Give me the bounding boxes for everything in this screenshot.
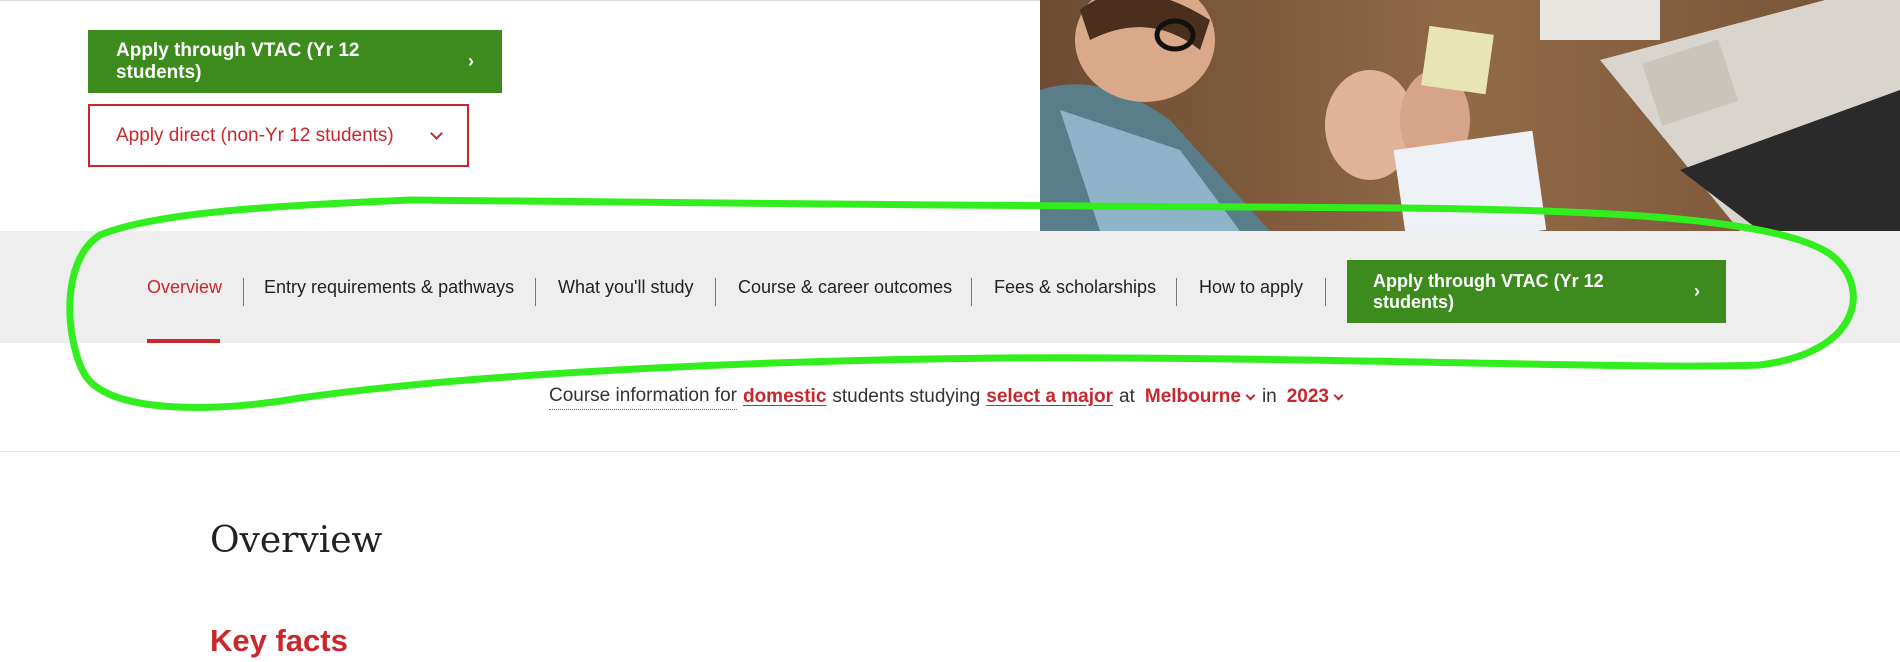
course-info-middle: students studying — [832, 386, 981, 407]
chevron-down-icon — [430, 126, 443, 140]
student-type-link[interactable]: domestic — [743, 386, 826, 408]
apply-vtac-label: Apply through VTAC (Yr 12 students) — [116, 39, 360, 83]
chevron-right-icon: › — [468, 51, 474, 71]
nav-tab-what-youll-study[interactable]: What you'll study — [558, 231, 694, 343]
apply-vtac-button[interactable]: Apply through VTAC (Yr 12 students) › — [88, 30, 502, 93]
chevron-right-icon: › — [1694, 281, 1700, 301]
year-dropdown[interactable]: 2023 — [1286, 386, 1344, 408]
select-major-link[interactable]: select a major — [986, 386, 1113, 408]
nav-tab-fees-scholarships[interactable]: Fees & scholarships — [994, 231, 1156, 343]
nav-separator — [1325, 278, 1326, 306]
top-border — [0, 0, 1040, 1]
chevron-down-icon — [1245, 390, 1256, 400]
course-info-selector: Course information for domestic students… — [549, 382, 1350, 412]
nav-apply-vtac-button[interactable]: Apply through VTAC (Yr 12 students) › — [1347, 260, 1726, 323]
nav-tab-course-career-outcomes[interactable]: Course & career outcomes — [738, 231, 952, 343]
campus-dropdown[interactable]: Melbourne — [1144, 386, 1256, 408]
nav-tab-overview[interactable]: Overview — [147, 231, 222, 343]
section-divider — [0, 451, 1900, 452]
apply-direct-button[interactable]: Apply direct (non-Yr 12 students) — [88, 104, 469, 167]
active-tab-indicator — [147, 339, 220, 343]
nav-tab-how-to-apply[interactable]: How to apply — [1199, 231, 1303, 343]
year-value: 2023 — [1286, 386, 1330, 407]
chevron-down-icon — [1333, 390, 1344, 400]
section-title: Overview — [210, 520, 383, 561]
hero-image — [1040, 0, 1900, 231]
subsection-title: Key facts — [210, 623, 348, 658]
nav-separator — [535, 278, 536, 306]
nav-separator — [1176, 278, 1177, 306]
nav-separator — [243, 278, 244, 306]
course-info-in: in — [1261, 386, 1277, 407]
course-info-at: at — [1119, 386, 1135, 407]
course-info-prefix: Course information for — [549, 385, 737, 410]
nav-separator — [971, 278, 972, 306]
apply-direct-label: Apply direct (non-Yr 12 students) — [116, 124, 394, 146]
nav-tab-entry-requirements[interactable]: Entry requirements & pathways — [264, 231, 514, 343]
campus-value: Melbourne — [1144, 386, 1241, 407]
nav-apply-vtac-label: Apply through VTAC (Yr 12 students) — [1373, 270, 1604, 312]
hero-photo-illustration — [1040, 0, 1900, 231]
nav-separator — [715, 278, 716, 306]
